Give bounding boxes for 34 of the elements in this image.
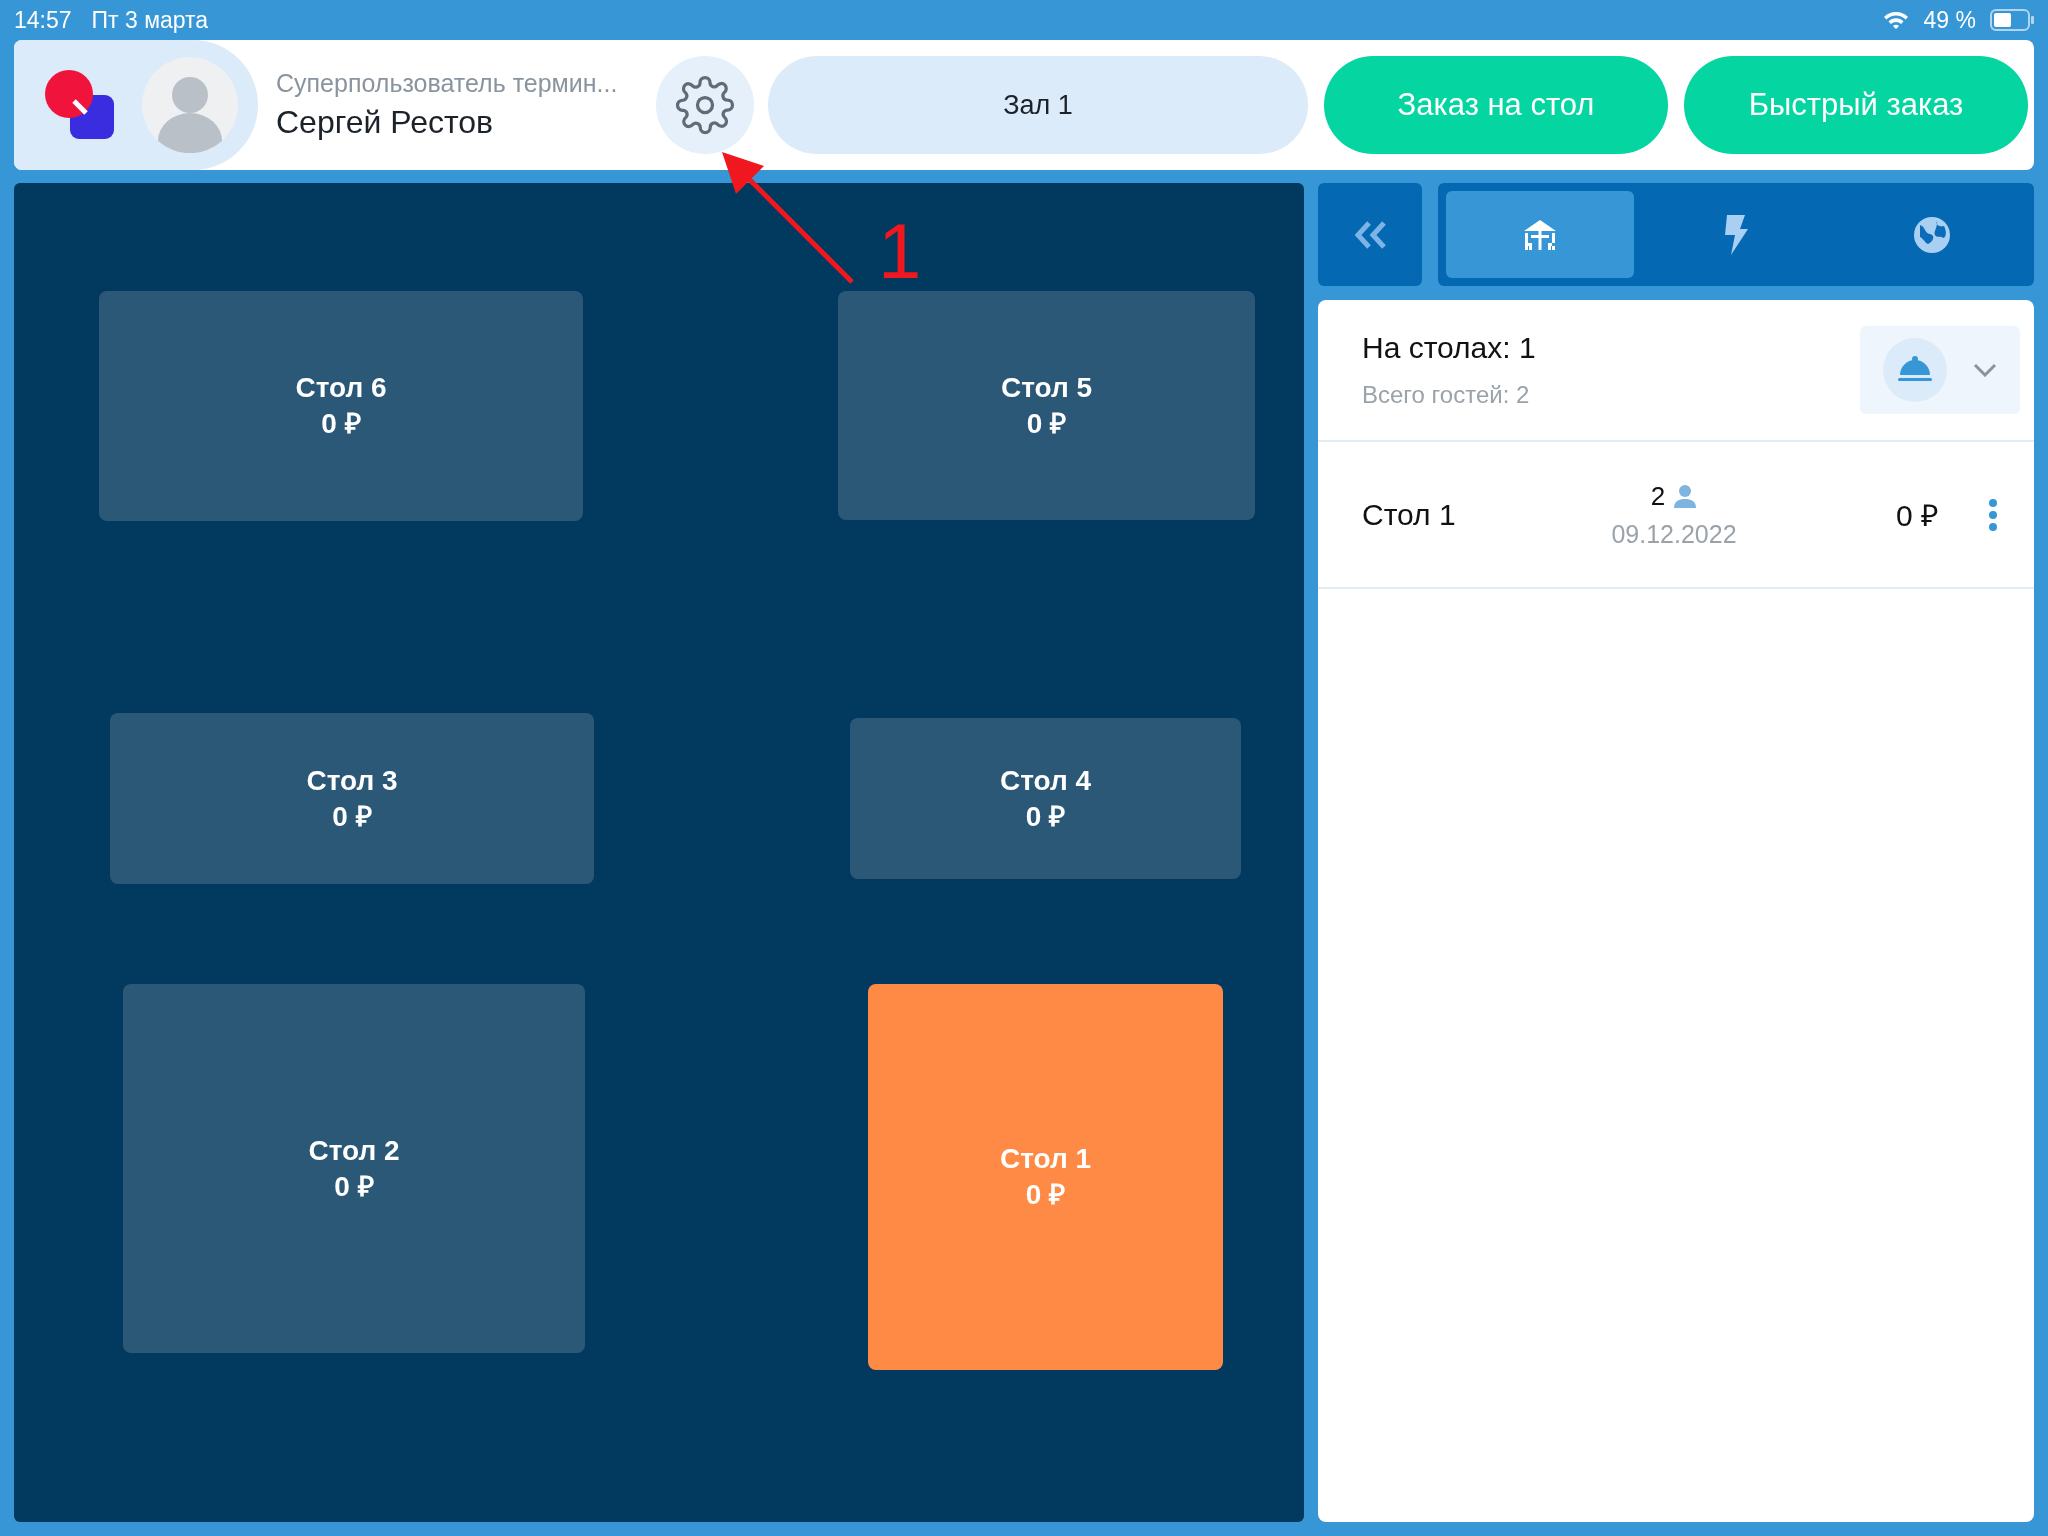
double-chevron-left-icon (1352, 219, 1388, 250)
table-tile[interactable]: Стол 5 0 ₽ (838, 291, 1255, 520)
status-date: Пт 3 марта (91, 6, 209, 34)
person-icon (1673, 484, 1698, 508)
user-role: Суперпользователь термин... (276, 69, 619, 98)
order-row[interactable]: Стол 1 2 09.12.2022 0 ₽ (1318, 442, 2034, 589)
guest-count: 2 (1650, 480, 1666, 512)
hall-selector[interactable]: Зал 1 (768, 56, 1308, 154)
collapse-button[interactable] (1318, 183, 1422, 286)
order-table: Стол 1 (1362, 497, 1572, 532)
order-amount: 0 ₽ (1895, 498, 1938, 534)
settings-icon (675, 75, 735, 135)
panel-tab[interactable] (1446, 191, 1634, 278)
tables-count: На столах: 1 (1362, 331, 1537, 365)
lightning-icon (1723, 214, 1749, 255)
order-date: 09.12.2022 (1611, 519, 1737, 549)
table-umbrella-icon (1522, 218, 1558, 251)
annotation-number: 1 (878, 212, 922, 290)
user-name: Сергей Рестов (276, 104, 495, 141)
waiter-filter-button[interactable] (1860, 326, 2020, 414)
more-icon (1988, 497, 1998, 532)
battery-icon (1990, 9, 2034, 31)
battery-percent: 49 % (1923, 6, 1976, 34)
guests-total: Всего гостей: 2 (1362, 381, 1531, 409)
app-logo-icon (44, 69, 116, 141)
status-time: 14:57 (14, 6, 72, 34)
table-tile[interactable]: Стол 3 0 ₽ (110, 713, 594, 884)
chevron-down-icon (1973, 363, 1997, 377)
table-tile[interactable]: Стол 6 0 ₽ (99, 291, 583, 521)
table-tile[interactable]: Стол 4 0 ₽ (850, 718, 1241, 879)
cloche-icon (1883, 338, 1947, 402)
avatar-icon (142, 57, 238, 153)
table-tile[interactable]: Стол 2 0 ₽ (123, 984, 585, 1353)
globe-icon (1912, 214, 1952, 255)
